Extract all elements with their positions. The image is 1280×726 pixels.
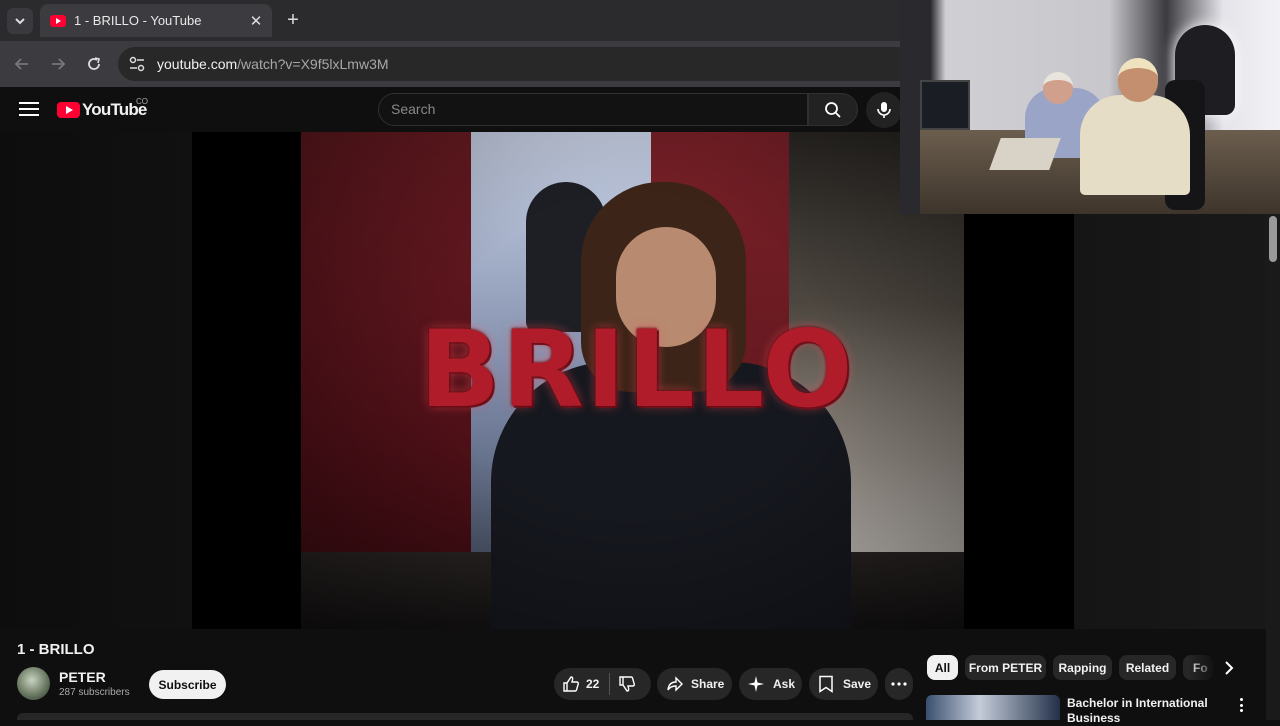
search-icon (825, 101, 841, 118)
thumbs-down-icon (619, 676, 636, 692)
url-path: /watch?v=X9f5lxLmw3M (237, 56, 389, 72)
search-button[interactable] (808, 93, 858, 126)
arrow-right-icon (52, 58, 66, 70)
ask-label: Ask (773, 677, 796, 691)
player-ambient-left (0, 132, 192, 629)
channel-name[interactable]: PETER (59, 669, 106, 685)
webcam-monitor (920, 80, 970, 130)
more-actions-button[interactable] (885, 668, 913, 700)
webcam-person-right-body (1080, 95, 1190, 195)
subscribe-button[interactable]: Subscribe (149, 670, 226, 699)
thumbs-up-icon (563, 676, 579, 692)
country-code: CO (136, 97, 148, 106)
save-label: Save (843, 677, 872, 691)
tab-search-dropdown-button[interactable] (7, 8, 33, 34)
url-text: youtube.com/watch?v=X9f5lxLmw3M (157, 56, 389, 72)
like-count: 22 (586, 677, 600, 691)
menu-icon[interactable] (19, 99, 39, 119)
close-tab-icon[interactable]: ✕ (246, 11, 266, 31)
webcam-person-right-head (1118, 58, 1158, 102)
share-label: Share (691, 677, 725, 691)
subscriber-count: 287 subscribers (59, 687, 130, 698)
chips-next-button[interactable] (1217, 656, 1241, 680)
recommendation-thumbnail[interactable] (926, 695, 1060, 720)
youtube-favicon-icon (50, 14, 66, 27)
youtube-play-icon (57, 102, 80, 118)
reload-button[interactable] (81, 51, 107, 77)
site-settings-icon[interactable] (128, 55, 146, 73)
back-button[interactable] (9, 51, 35, 77)
dislike-button[interactable] (618, 675, 636, 693)
microphone-icon (877, 102, 891, 118)
chevron-down-icon (15, 18, 25, 25)
webcam-midi-keyboard (989, 138, 1061, 170)
save-button[interactable]: Save (809, 668, 878, 700)
page-scrollbar[interactable] (1266, 214, 1280, 720)
chip-rapping[interactable]: Rapping (1053, 655, 1112, 680)
video-title: 1 - BRILLO (17, 641, 95, 658)
description-box[interactable] (17, 713, 913, 720)
search-input[interactable] (391, 101, 791, 117)
arrow-left-icon (14, 58, 28, 70)
tab-title: 1 - BRILLO - YouTube (74, 13, 202, 28)
search-box[interactable] (378, 93, 808, 126)
voice-search-button[interactable] (866, 92, 902, 128)
reload-icon (88, 57, 100, 70)
chip-all[interactable]: All (927, 655, 958, 680)
chevron-right-icon (1225, 661, 1234, 675)
ask-button[interactable]: Ask (739, 668, 802, 700)
recommendation-more-icon[interactable] (1234, 696, 1248, 714)
browser-tab[interactable]: 1 - BRILLO - YouTube ✕ (40, 4, 272, 37)
share-button[interactable]: Share (657, 668, 732, 700)
share-icon (667, 676, 683, 692)
new-tab-button[interactable]: + (281, 8, 305, 32)
video-overlay-title: BRILLO (419, 308, 855, 431)
like-dislike-group: 22 (554, 668, 651, 700)
like-button[interactable]: 22 (554, 675, 599, 693)
bookmark-icon (819, 675, 833, 693)
recommendation-title[interactable]: Bachelor in International Business (1067, 696, 1217, 726)
chip-related[interactable]: Related (1119, 655, 1176, 680)
channel-avatar[interactable] (17, 667, 50, 700)
video-frame[interactable]: BRILLO (301, 132, 964, 629)
youtube-logo[interactable]: YouTube (57, 100, 147, 120)
sparkle-icon (748, 676, 764, 692)
more-horizontal-icon (891, 682, 907, 686)
chip-from-peter[interactable]: From PETER (965, 655, 1046, 680)
chip-fade (1188, 652, 1218, 682)
like-divider (609, 673, 611, 695)
url-host: youtube.com (157, 56, 238, 72)
webcam-overlay (900, 0, 1280, 214)
forward-button[interactable] (45, 51, 71, 77)
address-bar[interactable]: youtube.com/watch?v=X9f5lxLmw3M (118, 47, 918, 81)
scrollbar-thumb[interactable] (1269, 216, 1277, 262)
webcam-person-left-head (1043, 72, 1073, 104)
